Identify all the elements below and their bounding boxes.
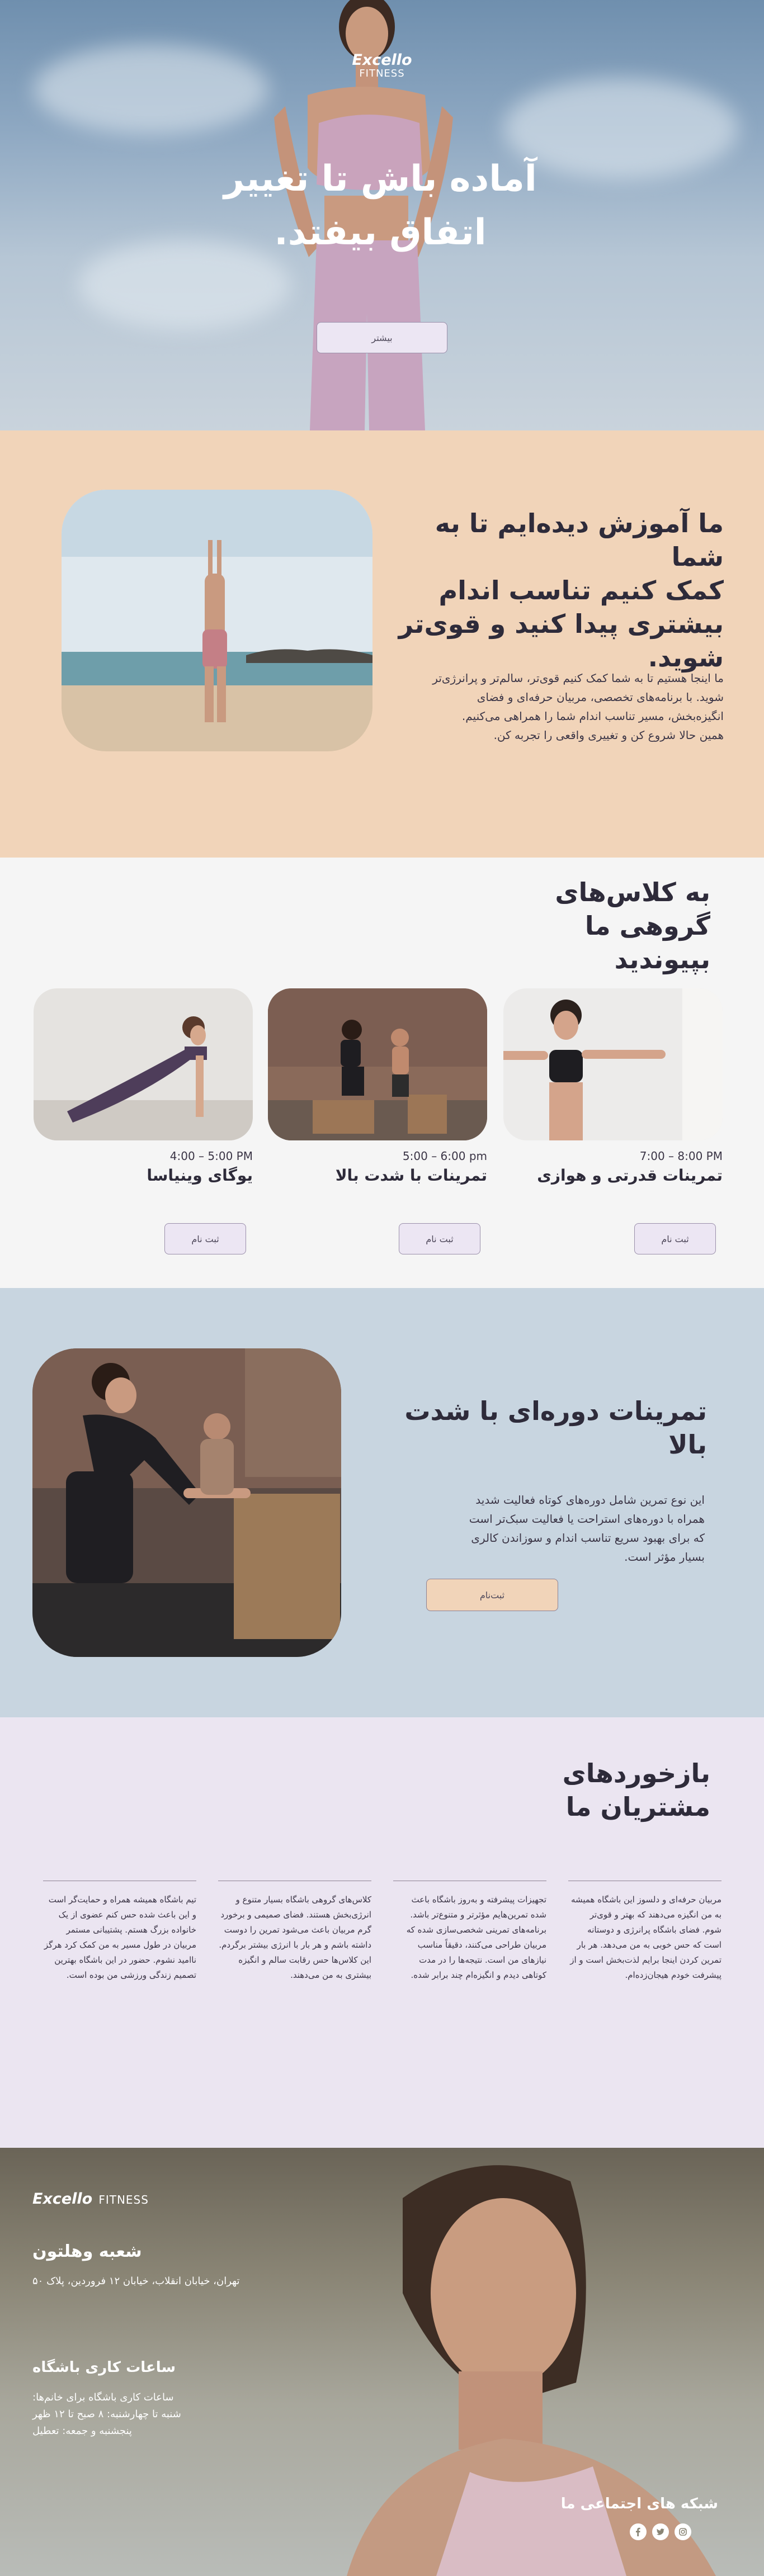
hiit-text-line3: که برای بهبود سریع تناسب اندام و سوزاندن… [471, 1531, 705, 1545]
hiit-text-line2: همراه با دوره‌های استراحت یا فعالیت سبک‌… [469, 1512, 705, 1526]
footer-logo[interactable]: Excello FITNESS [32, 2190, 149, 2208]
class-time: 4:00 – 5:00 PM [169, 1149, 253, 1163]
testimonials-title: بازخوردهای مشتریان ما [520, 1756, 710, 1824]
class-name: تمرینات با شدت بالا [335, 1166, 487, 1185]
hiit-section: تمرینات دوره‌ای با شدت بالا این نوع تمری… [0, 1288, 764, 1717]
class-card-image [268, 988, 487, 1140]
hours-title: ساعات کاری باشگاه [32, 2359, 176, 2376]
footer-section: Excello FITNESS شعبه وهلتون تهران، خیابا… [0, 2148, 764, 2576]
class-name: یوگای وینیاسا [147, 1166, 253, 1185]
about-title-line1: ما آموزش دیده‌ایم تا به شما [435, 508, 724, 572]
class-card: 7:00 – 8:00 PM تمرینات قدرتی و هوازی ثبت… [498, 988, 723, 1254]
testimonials-title-line1: بازخوردهای [562, 1758, 710, 1788]
testimonial-quote: تیم باشگاه همیشه همراه و حمایت‌گر است و … [43, 1881, 196, 1983]
class-card: 4:00 – 5:00 PM یوگای وینیاسا ثبت نام [34, 988, 253, 1254]
classes-title-line2: گروهی ما [584, 911, 710, 941]
register-button[interactable]: ثبت نام [399, 1223, 480, 1254]
hiit-text: این نوع تمرین شامل دوره‌های کوتاه فعالیت… [392, 1490, 705, 1566]
hours-line3: پنجشنبه و جمعه: تعطیل [32, 2425, 132, 2437]
about-title-line4: شوید. [648, 642, 724, 673]
register-button[interactable]: ثبت نام [164, 1223, 246, 1254]
testimonials-section: بازخوردهای مشتریان ما مربیان حرفه‌ای و د… [0, 1717, 764, 2148]
classes-section: به کلاس‌های گروهی ما بپیوندید 7:00 – 8:0… [0, 858, 764, 1288]
hero-logo[interactable]: Excello FITNESS [336, 51, 428, 79]
about-title-line2: کمک کنیم تناسب اندام [438, 575, 724, 605]
classes-title-line1: به کلاس‌های [555, 877, 710, 907]
facebook-icon[interactable] [630, 2523, 647, 2540]
testimonials-title-line2: مشتریان ما [565, 1792, 710, 1822]
register-button[interactable]: ثبت نام [634, 1223, 716, 1254]
hiit-text-line1: این نوع تمرین شامل دوره‌های کوتاه فعالیت… [475, 1493, 705, 1507]
social-title: شبکه های اجتماعی ما [560, 2496, 718, 2512]
hero-section: Excello FITNESS آماده باش تا تغییر اتفاق… [0, 0, 764, 430]
testimonial-quote: مربیان حرفه‌ای و دلسوز این باشگاه همیشه … [568, 1881, 721, 1983]
about-title: ما آموزش دیده‌ایم تا به شما کمک کنیم تنا… [392, 506, 724, 674]
class-card-image [498, 988, 723, 1140]
hero-headline-line2: اتفاق بیفتد. [274, 212, 487, 253]
footer-logo-brand: Excello [32, 2190, 93, 2208]
hero-headline: آماده باش تا تغییر اتفاق بیفتد. [185, 152, 576, 259]
about-title-line3: بیشتری پیدا کنید و قوی‌تر [398, 609, 724, 639]
hours-line2: شنبه تا چهارشنبه: ۸ صبح تا ۱۲ ظهر [32, 2408, 181, 2420]
footer-logo-sub: FITNESS [98, 2193, 149, 2206]
hiit-register-button[interactable]: ثبت‌نام [426, 1579, 558, 1611]
class-card-image [34, 988, 253, 1140]
about-text-line3: انگیزه‌بخش، مسیر تناسب اندام شما را همرا… [461, 709, 724, 723]
about-text-line1: ما اینجا هستیم تا به شما کمک کنیم قوی‌تر… [432, 671, 724, 685]
hiit-title: تمرینات دوره‌ای با شدت بالا [404, 1396, 707, 1460]
hiit-text-line4: بسیار مؤثر است. [624, 1550, 705, 1564]
testimonial-quote: تجهیزات پیشرفته و به‌روز باشگاه باعث شده… [393, 1881, 546, 1983]
about-text: ما اینجا هستیم تا به شما کمک کنیم قوی‌تر… [392, 669, 724, 745]
logo-brand: Excello [352, 51, 412, 69]
class-time: 7:00 – 8:00 PM [639, 1149, 723, 1163]
opening-hours: ساعات کاری باشگاه برای خانم‌ها: شنبه تا … [32, 2389, 234, 2440]
more-button[interactable]: بیشتر [317, 322, 447, 353]
classes-title-line3: بپیوندید [614, 944, 710, 974]
testimonial-quote: کلاس‌های گروهی باشگاه بسیار متنوع و انرژ… [218, 1881, 371, 1983]
sky-cloud [34, 45, 268, 134]
logo-sub: FITNESS [359, 68, 405, 79]
class-card: 5:00 – 6:00 pm تمرینات با شدت بالا ثبت ن… [268, 988, 487, 1254]
twitter-icon[interactable] [652, 2523, 669, 2540]
about-section: ما آموزش دیده‌ایم تا به شما کمک کنیم تنا… [0, 430, 764, 858]
class-name: تمرینات قدرتی و هوازی [537, 1166, 723, 1185]
instagram-icon[interactable] [675, 2523, 691, 2540]
branch-title: شعبه وهلتون [32, 2242, 142, 2261]
hours-line1: ساعات کاری باشگاه برای خانم‌ها: [32, 2392, 174, 2403]
class-time: 5:00 – 6:00 pm [402, 1149, 487, 1163]
hero-headline-line1: آماده باش تا تغییر [224, 158, 537, 200]
about-beach-image [62, 490, 372, 751]
classes-title: به کلاس‌های گروهی ما بپیوندید [520, 875, 710, 976]
social-links [630, 2523, 691, 2540]
branch-address: تهران، خیابان انقلاب، خیابان ۱۲ فروردین،… [32, 2275, 240, 2287]
about-text-line4: همین حالا شروع کن و تغییری واقعی را تجرب… [493, 728, 724, 742]
about-text-line2: شوید. با برنامه‌های تخصصی، مربیان حرفه‌ا… [477, 690, 724, 704]
hiit-image [32, 1348, 341, 1657]
